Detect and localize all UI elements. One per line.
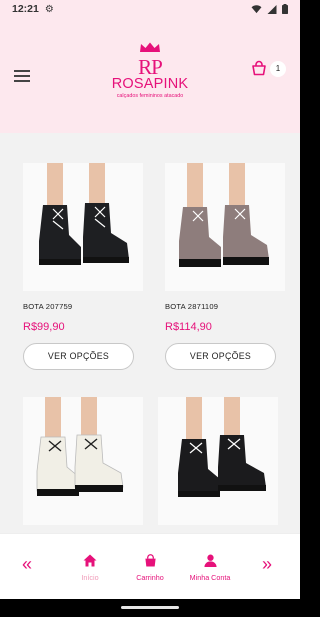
product-image[interactable] [158, 397, 278, 525]
product-card [158, 397, 278, 525]
app-screen: 12:21 ⚙ RP ROSAPINK calçados femininos a… [0, 0, 300, 617]
nav-label-home: Início [81, 573, 99, 582]
home-gesture-pill[interactable] [121, 606, 179, 609]
hamburger-menu-icon[interactable] [14, 70, 32, 82]
shopping-bag-icon[interactable] [251, 60, 267, 76]
signal-icon [267, 4, 277, 14]
user-icon [203, 554, 217, 567]
product-image[interactable] [23, 397, 143, 525]
status-icons [251, 4, 288, 14]
cart-count-badge: 1 [270, 61, 286, 77]
boot-photo [158, 397, 278, 525]
home-icon [83, 554, 97, 567]
product-name[interactable]: BOTA 207759 [23, 302, 143, 311]
product-name[interactable]: BOTA 2871109 [165, 302, 285, 311]
crown-icon [140, 42, 160, 52]
nav-item-cart[interactable]: Carrinho [130, 554, 170, 582]
app-header: RP ROSAPINK calçados femininos atacado 1 [0, 18, 300, 133]
shopping-bag-icon [144, 554, 156, 567]
system-navigation-bar [0, 599, 300, 617]
product-price: R$114,90 [165, 321, 212, 333]
nav-label-cart: Carrinho [136, 573, 164, 582]
product-grid: BOTA 207759 R$99,90 VER OPÇÕES BOTA 2871… [0, 133, 300, 533]
status-bar: 12:21 ⚙ [0, 0, 300, 18]
boot-photo [23, 163, 143, 291]
product-price: R$99,90 [23, 321, 65, 333]
nav-item-account[interactable]: Minha Conta [184, 554, 236, 582]
product-image[interactable] [165, 163, 285, 291]
nav-item-home[interactable]: Início [78, 554, 102, 582]
product-card [23, 397, 143, 525]
product-image[interactable] [23, 163, 143, 291]
wifi-icon [251, 4, 262, 13]
logo-name: ROSAPINK [111, 76, 189, 92]
logo-tagline: calçados femininos atacado [116, 93, 184, 99]
status-time: 12:21 [12, 3, 39, 15]
gear-icon: ⚙ [44, 3, 54, 15]
boot-photo [165, 163, 285, 291]
double-chevron-left-icon[interactable]: « [22, 554, 32, 575]
bottom-navigation: « Início Carrinho Minha Conta » [0, 533, 300, 599]
view-options-button[interactable]: VER OPÇÕES [23, 343, 134, 370]
double-chevron-right-icon[interactable]: » [262, 554, 272, 575]
product-card: BOTA 207759 R$99,90 VER OPÇÕES [23, 163, 143, 370]
rosapink-logo[interactable]: RP ROSAPINK calçados femininos atacado [100, 40, 200, 100]
battery-icon [282, 4, 288, 14]
view-options-button[interactable]: VER OPÇÕES [165, 343, 276, 370]
boot-photo [23, 397, 143, 525]
product-card: BOTA 2871109 R$114,90 VER OPÇÕES [165, 163, 285, 370]
nav-label-account: Minha Conta [189, 573, 231, 582]
logo-monogram: RP [138, 55, 163, 79]
